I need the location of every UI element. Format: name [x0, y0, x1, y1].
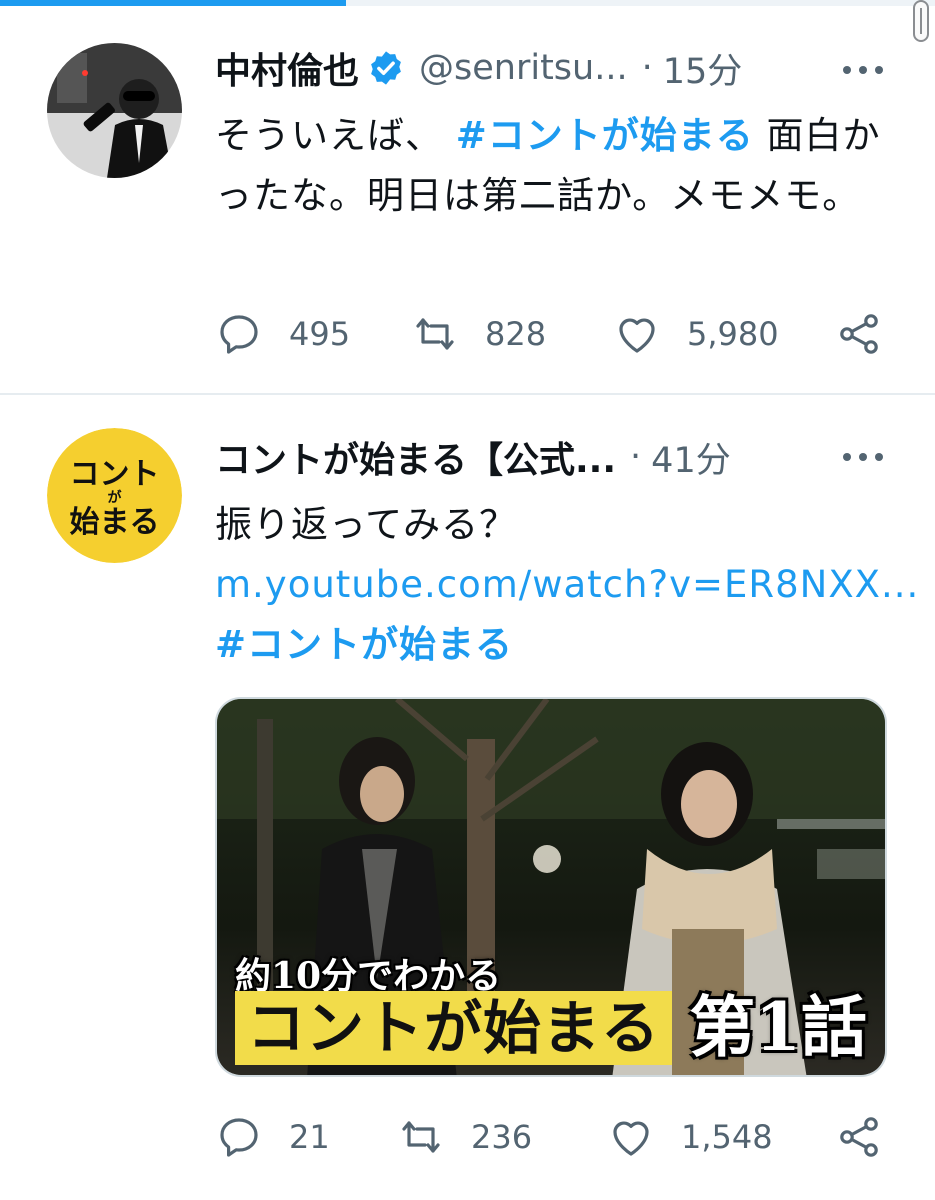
tweet-header: コントが始まる【公式... · 41分: [215, 431, 731, 483]
tweet-text-segment: そういえば、: [215, 114, 456, 157]
tweet-text: そういえば、 #コントが始まる 面白かったな。明日は第二話か。メモメモ。: [215, 106, 895, 226]
timestamp[interactable]: 41分: [651, 432, 731, 483]
like-count: 1,548: [681, 1118, 773, 1156]
tweet[interactable]: 中村倫也 @senritsu... · 15分 そういえば、 #コントが始まる …: [0, 0, 935, 393]
reply-count: 495: [289, 315, 351, 353]
reply-button[interactable]: 21: [215, 1109, 330, 1165]
verified-badge-icon: [371, 51, 401, 85]
share-icon: [840, 1117, 878, 1157]
retweet-count: 828: [485, 315, 547, 353]
avatar-logo-text-mid: が: [108, 489, 123, 505]
like-button[interactable]: 5,980: [613, 306, 779, 362]
display-name[interactable]: コントが始まる【公式...: [215, 431, 616, 483]
retweet-button[interactable]: 828: [411, 306, 546, 362]
heart-icon: [619, 318, 655, 353]
thumbnail-title: コントが始まる: [235, 991, 673, 1065]
tweet-text: 振り返ってみる？ m.youtube.com/watch?v=ER8NXX...…: [215, 495, 918, 675]
thumbnail-episode: 第1話: [689, 988, 867, 1066]
retweet-count: 236: [471, 1118, 533, 1156]
separator-dot: ·: [641, 48, 653, 88]
share-button[interactable]: [835, 1109, 883, 1165]
tweet[interactable]: コント が 始まる コントが始まる【公式... · 41分 振り返ってみる？ m…: [0, 395, 935, 1200]
reply-icon: [220, 315, 258, 354]
separator-dot: ·: [630, 437, 642, 477]
tweet-actions: 21 236 1,548: [215, 1109, 895, 1165]
avatar-logo-text-top: コント: [70, 458, 160, 491]
retweet-icon: [402, 1121, 440, 1153]
avatar-logo-text-bottom: 始まる: [70, 506, 160, 539]
timestamp[interactable]: 15分: [663, 43, 743, 94]
reply-button[interactable]: 495: [215, 306, 350, 362]
more-options-icon[interactable]: [843, 447, 883, 467]
hashtag-link[interactable]: #コントが始まる: [215, 615, 895, 675]
handle[interactable]: @senritsu...: [419, 48, 628, 88]
tweet-actions: 495 828 5,980: [215, 306, 895, 362]
hashtag-link[interactable]: #コントが始まる: [456, 114, 754, 157]
share-icon: [840, 314, 878, 354]
url-link[interactable]: m.youtube.com/watch?v=ER8NXX...: [215, 555, 918, 615]
tweet-header: 中村倫也 @senritsu... · 15分: [215, 42, 742, 94]
avatar[interactable]: コント が 始まる: [47, 428, 182, 563]
retweet-icon: [416, 318, 454, 350]
more-options-icon[interactable]: [843, 60, 883, 80]
like-count: 5,980: [687, 315, 779, 353]
display-name[interactable]: 中村倫也: [215, 42, 359, 94]
avatar[interactable]: [47, 43, 182, 178]
reply-count: 21: [289, 1118, 330, 1156]
tweet-text-line: 振り返ってみる？: [215, 503, 518, 546]
share-button[interactable]: [835, 306, 883, 362]
heart-icon: [613, 1121, 649, 1156]
video-thumbnail-card[interactable]: 約10分でわかる コントが始まる 第1話: [215, 697, 887, 1077]
reply-icon: [220, 1118, 258, 1157]
retweet-button[interactable]: 236: [397, 1109, 532, 1165]
like-button[interactable]: 1,548: [607, 1109, 773, 1165]
